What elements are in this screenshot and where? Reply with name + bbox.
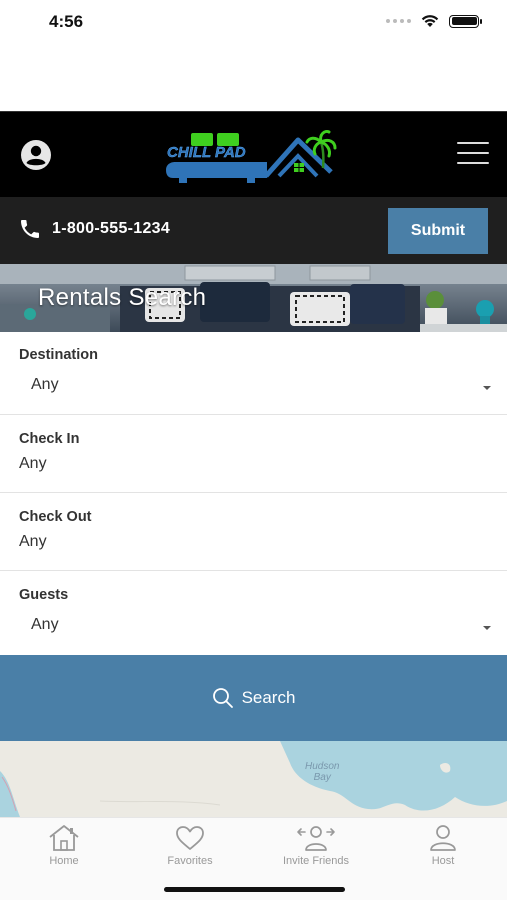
chill-pad-logo[interactable]: CHILL PAD [163, 126, 345, 186]
destination-value: Any [31, 376, 59, 393]
search-button[interactable]: Search [0, 655, 507, 741]
guests-label: Guests [19, 587, 69, 603]
chevron-down-icon [483, 386, 491, 390]
check-in-field[interactable]: Check In Any [0, 415, 507, 493]
hamburger-menu-icon [457, 142, 489, 164]
phone-link[interactable]: 1-800-555-1234 [18, 217, 170, 241]
check-in-label: Check In [19, 431, 80, 447]
map-place-label: Hudson Bay [305, 761, 339, 783]
header-spacer [0, 48, 507, 111]
tab-host[interactable]: Host [383, 824, 503, 867]
map-preview[interactable]: Hudson Bay [0, 741, 507, 817]
status-bar: 4:56 [0, 0, 507, 48]
guests-value: Any [31, 616, 59, 633]
cellular-signal-icon [386, 19, 411, 23]
page-title: Rentals Search [38, 284, 207, 311]
tab-host-label: Host [431, 855, 455, 867]
tab-home[interactable]: Home [4, 824, 124, 867]
tab-favorites-label: Favorites [167, 855, 213, 867]
check-in-value: Any [19, 455, 47, 472]
map-label-line2: Bay [313, 772, 331, 783]
check-out-value: Any [19, 533, 47, 550]
phone-number: 1-800-555-1234 [52, 220, 171, 237]
check-out-field[interactable]: Check Out Any [0, 493, 507, 571]
wifi-icon [421, 15, 439, 27]
account-circle-icon [21, 140, 51, 170]
destination-select[interactable]: Destination Any [0, 332, 507, 415]
status-indicators [386, 14, 482, 28]
map-tiles [0, 741, 507, 817]
check-out-label: Check Out [19, 509, 92, 525]
logo-wordmark: CHILL PAD [167, 144, 246, 161]
heart-icon [176, 826, 204, 850]
tab-favorites[interactable]: Favorites [130, 824, 250, 867]
app-header: CHILL PAD [0, 111, 507, 197]
status-time: 4:56 [49, 12, 84, 31]
chevron-down-icon [483, 626, 491, 630]
invite-friends-icon [297, 826, 335, 851]
map-label-line1: Hudson [305, 761, 340, 772]
tab-invite-friends[interactable]: Invite Friends [256, 824, 376, 867]
home-icon [49, 825, 79, 851]
profile-button[interactable] [19, 140, 53, 170]
guests-select[interactable]: Guests Any [0, 571, 507, 655]
person-icon [430, 825, 456, 851]
destination-label: Destination [19, 347, 98, 363]
submit-button[interactable]: Submit [388, 208, 488, 254]
search-icon [212, 688, 233, 708]
search-label: Search [241, 688, 296, 707]
tab-invite-friends-label: Invite Friends [282, 855, 350, 867]
home-indicator[interactable] [164, 887, 345, 892]
menu-button[interactable] [457, 142, 489, 168]
tab-home-label: Home [49, 855, 79, 867]
hero-banner: Rentals Search [0, 264, 507, 332]
phone-icon [21, 220, 39, 238]
contact-bar: 1-800-555-1234 Submit [0, 197, 507, 264]
battery-icon [449, 14, 482, 28]
